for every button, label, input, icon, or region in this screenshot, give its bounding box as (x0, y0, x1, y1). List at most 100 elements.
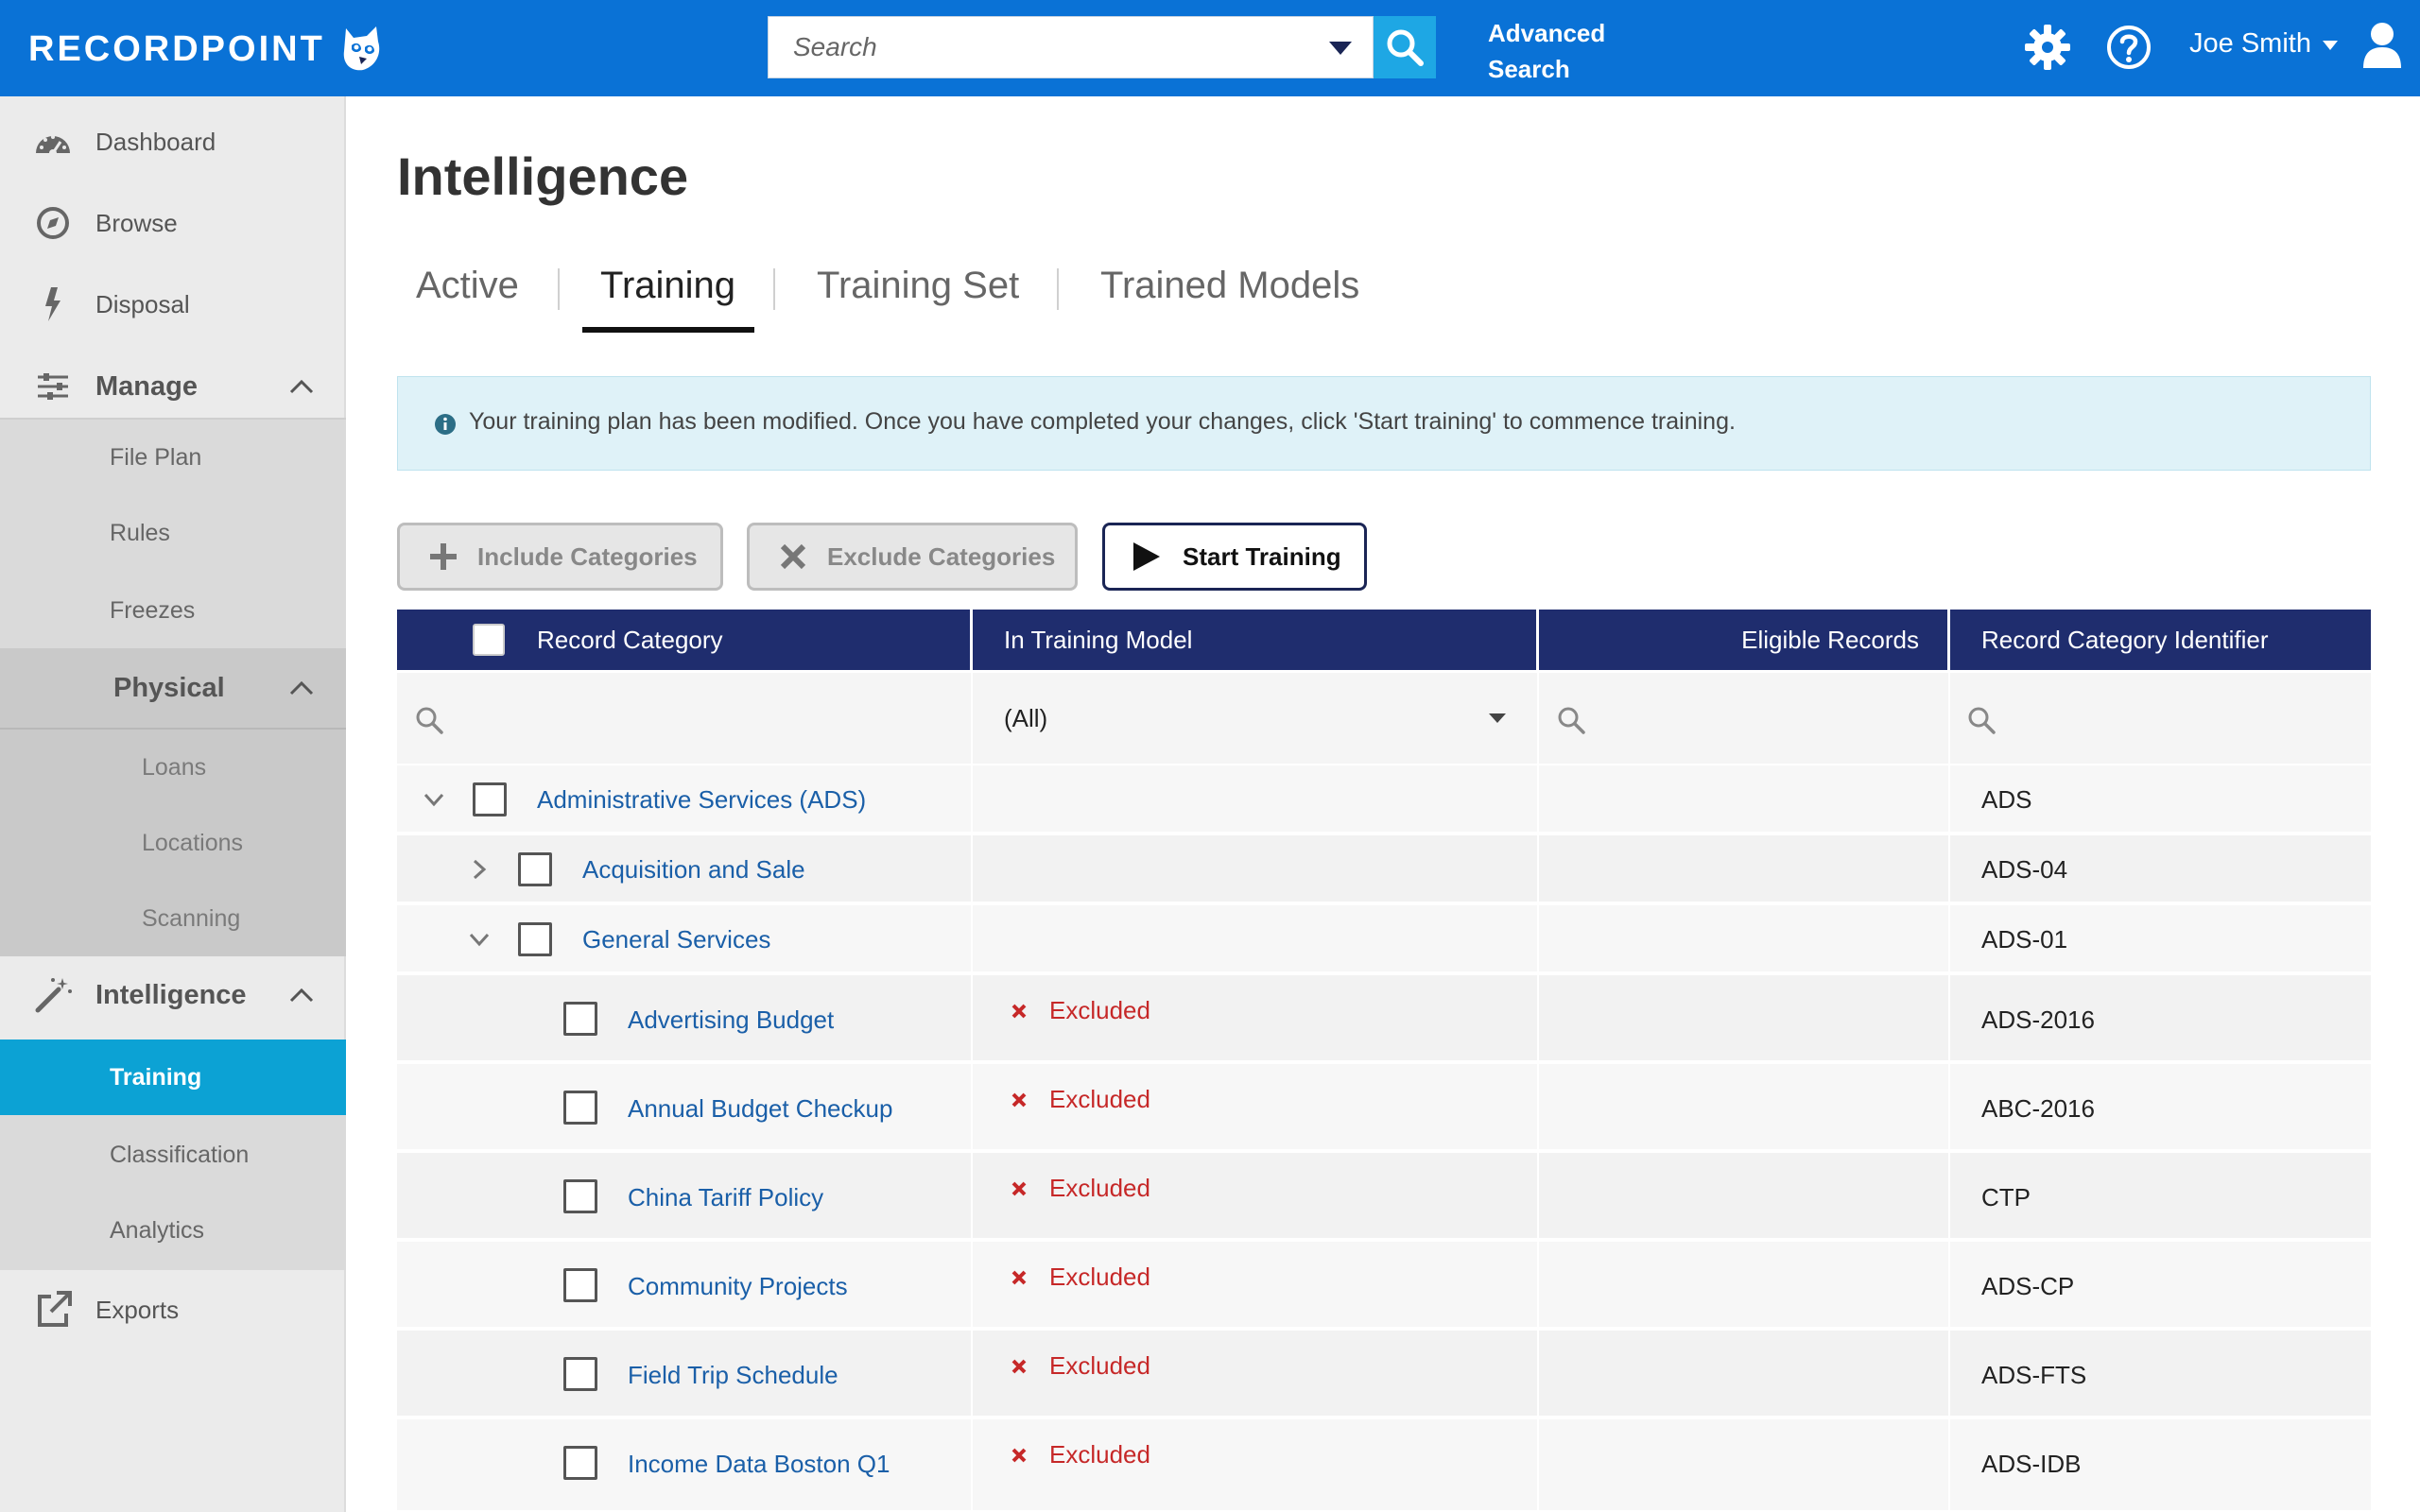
chevron-right-icon[interactable] (469, 859, 490, 880)
record-category-link[interactable]: Annual Budget Checkup (628, 1094, 892, 1124)
table-row[interactable]: China Tariff Policy Excluded CTP (397, 1153, 2371, 1240)
search-input[interactable] (769, 17, 1307, 77)
sidebar-group-physical[interactable]: Physical (0, 648, 346, 728)
table-row[interactable]: Advertising Budget Excluded ADS-2016 (397, 975, 2371, 1062)
record-category-link[interactable]: China Tariff Policy (628, 1183, 823, 1212)
row-checkbox[interactable] (563, 1091, 597, 1125)
column-header-in-training-model[interactable]: In Training Model (1004, 610, 1192, 670)
category-identifier: CTP (1981, 1183, 2031, 1211)
filter-search-icon[interactable] (1966, 705, 1996, 735)
sidebar-item-training[interactable]: Training (0, 1040, 346, 1115)
sidebar-item-dashboard[interactable]: Dashboard (0, 113, 346, 170)
tab-trained-models[interactable]: Trained Models (1100, 265, 1359, 307)
exclude-categories-button[interactable]: Exclude Categories (747, 523, 1078, 591)
user-menu-caret-icon[interactable] (2322, 40, 2339, 51)
sidebar-item-locations[interactable]: Locations (0, 805, 346, 881)
row-checkbox[interactable] (563, 1179, 597, 1213)
info-banner: Your training plan has been modified. On… (397, 376, 2371, 471)
sidebar-item-rules[interactable]: Rules (0, 495, 346, 571)
column-separator (971, 975, 973, 1060)
search-scope-dropdown-icon[interactable] (1327, 38, 1354, 59)
select-all-checkbox[interactable] (473, 624, 505, 656)
tab-training[interactable]: Training (600, 265, 735, 307)
excluded-x-icon (1011, 1092, 1027, 1108)
sidebar-item-file-plan[interactable]: File Plan (0, 420, 346, 495)
sidebar-item-browse[interactable]: Browse (0, 195, 346, 251)
sidebar-item-label: Browse (95, 208, 178, 237)
column-header-identifier[interactable]: Record Category Identifier (1981, 610, 2268, 670)
record-category-link[interactable]: Community Projects (628, 1272, 848, 1301)
table-row[interactable]: General Services ADS-01 (397, 905, 2371, 973)
row-checkbox[interactable] (563, 1002, 597, 1036)
column-header-record-category[interactable]: Record Category (537, 610, 723, 670)
row-checkbox[interactable] (563, 1357, 597, 1391)
x-icon (780, 543, 806, 570)
sidebar-item-label: Loans (142, 753, 207, 781)
include-categories-button[interactable]: Include Categories (397, 523, 723, 591)
category-identifier: ADS-IDB (1981, 1450, 2082, 1478)
magic-wand-icon (35, 978, 72, 1013)
column-separator (970, 610, 973, 670)
user-menu-name[interactable]: Joe Smith (2189, 28, 2311, 60)
training-status: Excluded (1049, 1085, 1150, 1113)
search-button[interactable] (1374, 16, 1436, 78)
row-checkbox[interactable] (473, 782, 507, 816)
chevron-down-icon[interactable] (469, 929, 490, 950)
row-checkbox[interactable] (518, 922, 552, 956)
row-checkbox[interactable] (563, 1268, 597, 1302)
sidebar-item-loans[interactable]: Loans (0, 730, 346, 805)
chevron-up-icon (289, 988, 314, 1003)
table-row[interactable]: Administrative Services (ADS) ADS (397, 765, 2371, 833)
record-category-link[interactable]: Administrative Services (ADS) (537, 785, 866, 815)
sidebar-group-manage[interactable]: Manage (0, 355, 346, 418)
tab-active[interactable]: Active (416, 265, 519, 307)
sidebar-item-scanning[interactable]: Scanning (0, 881, 346, 956)
top-navigation-bar: RECORDPOINT Advanced Search (0, 0, 2420, 96)
category-identifier: ADS-CP (1981, 1272, 2075, 1300)
column-separator (1948, 1242, 1950, 1327)
advanced-search-link[interactable]: Advanced Search (1488, 15, 1605, 87)
chevron-down-icon[interactable] (424, 789, 444, 810)
sidebar-item-analytics[interactable]: Analytics (0, 1193, 346, 1268)
table-row[interactable]: Community Projects Excluded ADS-CP (397, 1242, 2371, 1329)
manage-submenu: File Plan Rules Freezes Physical Loans L… (0, 420, 346, 956)
advanced-search-line1: Advanced (1488, 19, 1606, 47)
start-training-button[interactable]: Start Training (1102, 523, 1367, 591)
sidebar-group-intelligence[interactable]: Intelligence (0, 958, 346, 1032)
sidebar-item-classification[interactable]: Classification (0, 1117, 346, 1193)
column-separator (1948, 1419, 1950, 1510)
row-checkbox[interactable] (563, 1446, 597, 1480)
table-row[interactable]: Field Trip Schedule Excluded ADS-FTS (397, 1331, 2371, 1418)
sidebar-item-freezes[interactable]: Freezes (0, 573, 346, 648)
sidebar-item-disposal[interactable]: Disposal (0, 276, 346, 333)
brand-logo[interactable]: RECORDPOINT (28, 26, 382, 71)
row-checkbox[interactable] (518, 852, 552, 886)
chevron-up-icon (289, 680, 314, 696)
column-separator (1537, 1242, 1539, 1327)
table-row[interactable]: Annual Budget Checkup Excluded ABC-2016 (397, 1064, 2371, 1151)
sidebar-item-exports[interactable]: Exports (0, 1280, 346, 1340)
column-separator (1537, 1419, 1539, 1510)
training-model-filter-select[interactable]: (All) (1004, 673, 1047, 764)
excluded-x-icon (1011, 1359, 1027, 1374)
filter-search-icon[interactable] (414, 705, 444, 735)
sidebar-item-label: Dashboard (95, 127, 216, 156)
settings-gear-icon[interactable] (2023, 23, 2072, 72)
column-separator (1948, 1153, 1950, 1238)
filter-search-icon[interactable] (1556, 705, 1586, 735)
tab-training-set[interactable]: Training Set (817, 265, 1019, 307)
table-row[interactable]: Acquisition and Sale ADS-04 (397, 835, 2371, 903)
user-avatar-icon[interactable] (2361, 21, 2403, 70)
help-question-icon[interactable] (2104, 23, 2153, 72)
record-category-link[interactable]: Field Trip Schedule (628, 1361, 838, 1390)
record-category-link[interactable]: Income Data Boston Q1 (628, 1450, 890, 1479)
table-row[interactable]: Income Data Boston Q1 Excluded ADS-IDB (397, 1419, 2371, 1512)
column-separator (971, 1064, 973, 1149)
chevron-down-icon[interactable] (1488, 713, 1507, 724)
record-category-link[interactable]: Acquisition and Sale (582, 855, 805, 885)
column-header-eligible-records[interactable]: Eligible Records (1541, 610, 1919, 670)
record-category-link[interactable]: Advertising Budget (628, 1005, 834, 1035)
sidebar-item-label: Disposal (95, 289, 190, 318)
grid-filter-row (397, 673, 2371, 764)
record-category-link[interactable]: General Services (582, 925, 770, 954)
